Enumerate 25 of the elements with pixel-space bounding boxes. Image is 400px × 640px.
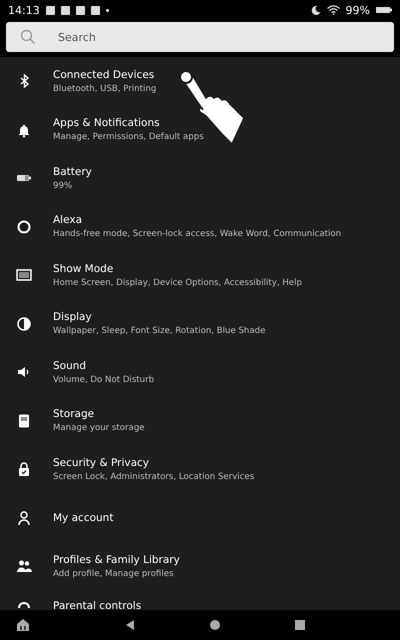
setting-title[interactable]: Apps & Notifications [53, 117, 160, 130]
setting-title[interactable]: Security & Privacy [53, 456, 149, 469]
setting-title[interactable]: Profiles & Family Library [53, 554, 180, 566]
battery-percent: 99% [346, 4, 370, 16]
setting-subtitle: 99% [53, 180, 72, 191]
setting-subtitle: Manage your storage [53, 423, 145, 434]
setting-subtitle: Home Screen, Display, Device Options, Accessibility, Help [53, 278, 302, 288]
setting-title[interactable]: Alexa [53, 214, 82, 226]
setting-subtitle: Wallpaper, Sleep, Font Size, Rotation, Blue Shade [53, 326, 266, 336]
setting-title[interactable]: My account [53, 512, 114, 524]
setting-title[interactable]: Battery [53, 166, 92, 178]
setting-subtitle: Manage, Permissions, Default apps [53, 132, 204, 142]
clock: 14:13 [8, 4, 40, 16]
setting-title[interactable]: Connected Devices [53, 68, 154, 81]
setting-title[interactable]: Parental controls [53, 600, 142, 609]
setting-subtitle: Bluetooth, USB, Printing [53, 84, 156, 94]
setting-subtitle: Add profile, Manage profiles [53, 568, 174, 579]
setting-subtitle: Screen Lock, Administrators, Location Services [53, 472, 254, 482]
setting-subtitle: Volume, Do Not Disturb [53, 374, 154, 385]
setting-title[interactable]: Show Mode [53, 262, 114, 275]
setting-subtitle: Hands-free mode, Screen-lock access, Wake Word, Communication [53, 229, 342, 240]
setting-title[interactable]: Sound [53, 360, 86, 372]
setting-title[interactable]: Storage [53, 408, 94, 420]
setting-title[interactable]: Display [53, 311, 92, 324]
search-field[interactable]: Search [6, 22, 394, 52]
